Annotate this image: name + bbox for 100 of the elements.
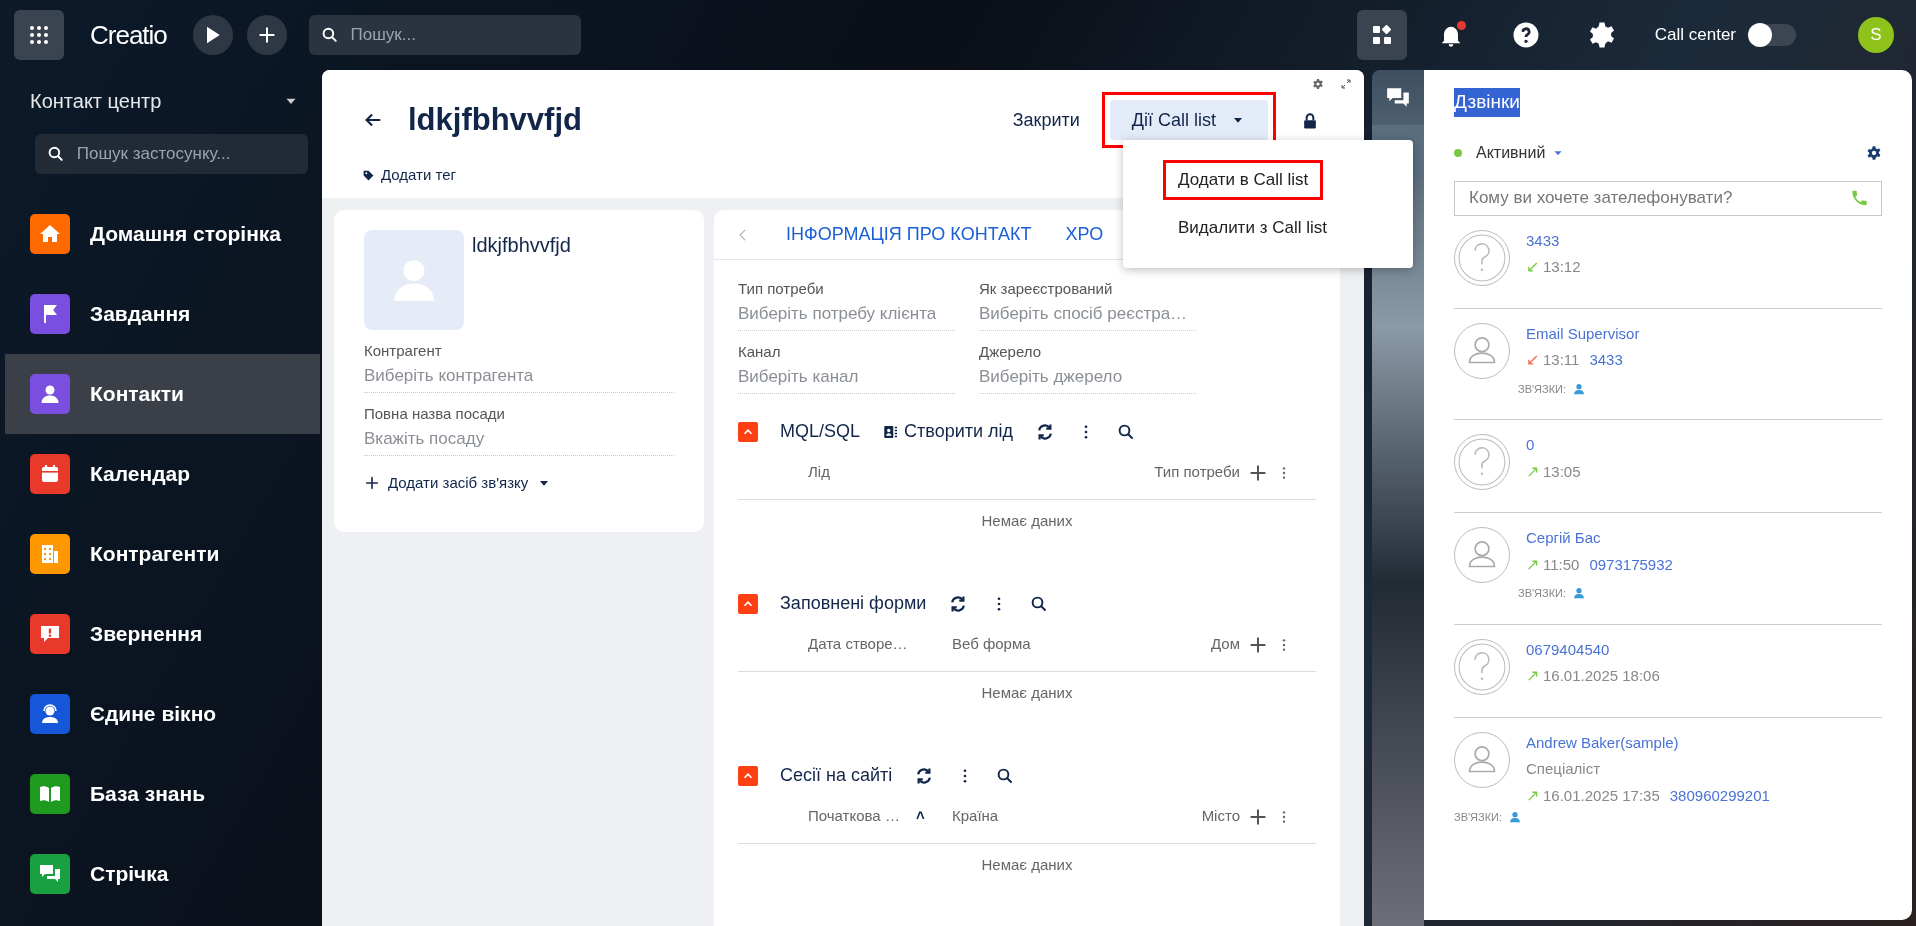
workspace-title[interactable]: Контакт центр [30,86,162,116]
app-search-input[interactable]: Пошук застосунку... [74,140,296,168]
app-search-field[interactable]: Пошук застосунку... [35,134,308,174]
column-header[interactable]: Веб форма [952,632,1031,656]
contact-link-icon[interactable] [1572,381,1587,396]
refresh-icon[interactable] [1035,421,1055,442]
field-label: Контрагент [364,341,443,361]
lookup-field[interactable]: Виберіть контрагента [364,362,674,393]
search-input[interactable]: Пошук... [348,21,569,49]
tab[interactable]: ІНФОРМАЦІЯ ПРО КОНТАКТ [786,221,1032,248]
search-icon[interactable] [1117,422,1135,441]
column-header[interactable]: Дом [1211,632,1240,656]
phone-number-link[interactable]: 3433 [1589,349,1623,372]
sidebar-item[interactable]: Звернення [5,594,320,674]
field-label: Повна назва посади [364,404,506,424]
caller-position: Спеціаліст [1526,759,1602,779]
menu-item[interactable]: Додати в Call list [1163,160,1324,201]
apps-menu-button[interactable] [14,10,64,60]
search-field[interactable]: Пошук... [308,15,581,55]
menu-item[interactable]: Видалити з Call list [1163,208,1342,249]
caller-name-link[interactable]: 3433 [1526,229,1581,252]
sort-indicator[interactable]: ˄ [915,804,925,828]
call-time: 13:11 [1543,350,1580,370]
lookup-field[interactable]: Вкажіть посаду [364,425,674,456]
empty-message: Немає даних [980,683,1074,703]
call-time: 13:05 [1543,461,1581,482]
lookup-field[interactable]: Виберіть потребу клієнта [738,300,955,331]
section-title: Заповнені форми [780,592,927,615]
sidebar-item[interactable]: Стрічка [5,834,320,914]
column-header[interactable]: Початкова … [808,804,900,828]
sidebar-item[interactable]: Календар [5,434,320,514]
caller-name-link[interactable]: 0679404540 [1526,638,1660,661]
call-center-label: Call center [1654,24,1736,47]
links-label: ЗВ'ЯЗКИ: [1454,810,1503,825]
actions-dropdown-button[interactable]: Дії Call list [1109,100,1268,140]
tab[interactable]: ХРО [1065,221,1104,248]
add-contact-button[interactable]: Додати засіб зв'язку [364,472,674,495]
search-icon[interactable] [1030,594,1049,613]
plus-icon [256,25,277,45]
sidebar-item[interactable]: Контакти [5,354,320,434]
call-direction-arrow: ↗ [1526,668,1539,685]
collapse-button[interactable] [738,593,758,614]
call-time: 16.01.2025 17:35 [1543,785,1660,806]
lookup-field[interactable]: Виберіть канал [738,363,955,394]
call-direction-arrow: ↙ [1526,352,1539,369]
logo: Creatio [90,18,167,52]
record-title: ldkjfbhvvfjd [408,100,582,139]
column-header[interactable]: Країна [952,804,999,828]
run-button[interactable] [192,15,233,55]
search-icon [320,25,339,45]
phone-search-field[interactable]: Кому ви хочете зателефонувати? [1454,180,1882,216]
add-button[interactable] [246,15,287,55]
sidebar-item[interactable]: База знань [5,754,320,834]
empty-message: Немає даних [980,855,1074,875]
phone-number-link[interactable]: 0973175932 [1589,553,1673,576]
section-title: MQL/SQL [780,420,861,443]
lookup-field[interactable]: Виберіть джерело [979,363,1196,394]
grid-icon [27,23,51,47]
search-icon[interactable] [996,766,1015,785]
close-button[interactable]: Закрити [1006,105,1086,135]
tag-icon [362,168,375,182]
caller-name-link[interactable]: Сергій Бас [1526,527,1673,550]
add-column-icon[interactable] [1248,634,1268,655]
sidebar-item[interactable]: Єдине вікно [5,674,320,754]
contact-link-icon[interactable] [1508,810,1523,825]
sidebar-item[interactable]: Контрагенти [5,514,320,594]
sidebar-item[interactable]: Домашня сторінка [5,194,320,274]
panel-title: Дзвінки [1454,88,1520,117]
links-label: ЗВ'ЯЗКИ: [1518,381,1567,397]
column-header[interactable]: Лід [808,460,830,484]
apps-button[interactable] [1356,10,1407,60]
column-header[interactable]: Місто [1201,804,1240,828]
caller-name-link[interactable]: Email Supervisor [1526,322,1640,345]
call-direction-arrow: ↗ [1526,787,1539,804]
status-dropdown[interactable]: Активний [1454,140,1566,165]
contact-link-icon[interactable] [1572,586,1587,601]
settings-icon[interactable] [1866,144,1882,161]
collapse-button[interactable] [738,421,758,442]
sidebar-item[interactable]: Завдання [5,274,320,354]
plus-icon [364,475,380,492]
add-column-icon[interactable] [1248,462,1268,483]
call-direction-arrow: ↙ [1526,259,1539,276]
call-center-toggle[interactable] [1750,24,1796,46]
phone-number-link[interactable]: 380960299201 [1669,784,1770,807]
collapse-button[interactable] [738,765,758,786]
expand-icon[interactable] [1340,78,1352,90]
create-lead-button[interactable]: Створити лід [882,418,1013,445]
settings-icon[interactable] [1312,78,1324,90]
call-direction-arrow: ↗ [1526,556,1539,573]
call-time: 16.01.2025 18:06 [1543,666,1660,686]
column-header[interactable]: Дата створе… [808,632,908,656]
phone-icon [1849,188,1869,208]
call-time: 13:12 [1543,257,1581,277]
caller-name-link[interactable]: Andrew Baker(sample) [1526,731,1770,754]
field-label: Як зареєстрований [979,279,1114,299]
column-header[interactable]: Тип потреби [1154,460,1240,484]
add-column-icon[interactable] [1248,806,1268,827]
section-title: Сесії на сайті [780,764,893,787]
caller-name-link[interactable]: 0 [1526,434,1581,457]
lookup-field[interactable]: Виберіть спосіб реєстра… [979,300,1196,331]
